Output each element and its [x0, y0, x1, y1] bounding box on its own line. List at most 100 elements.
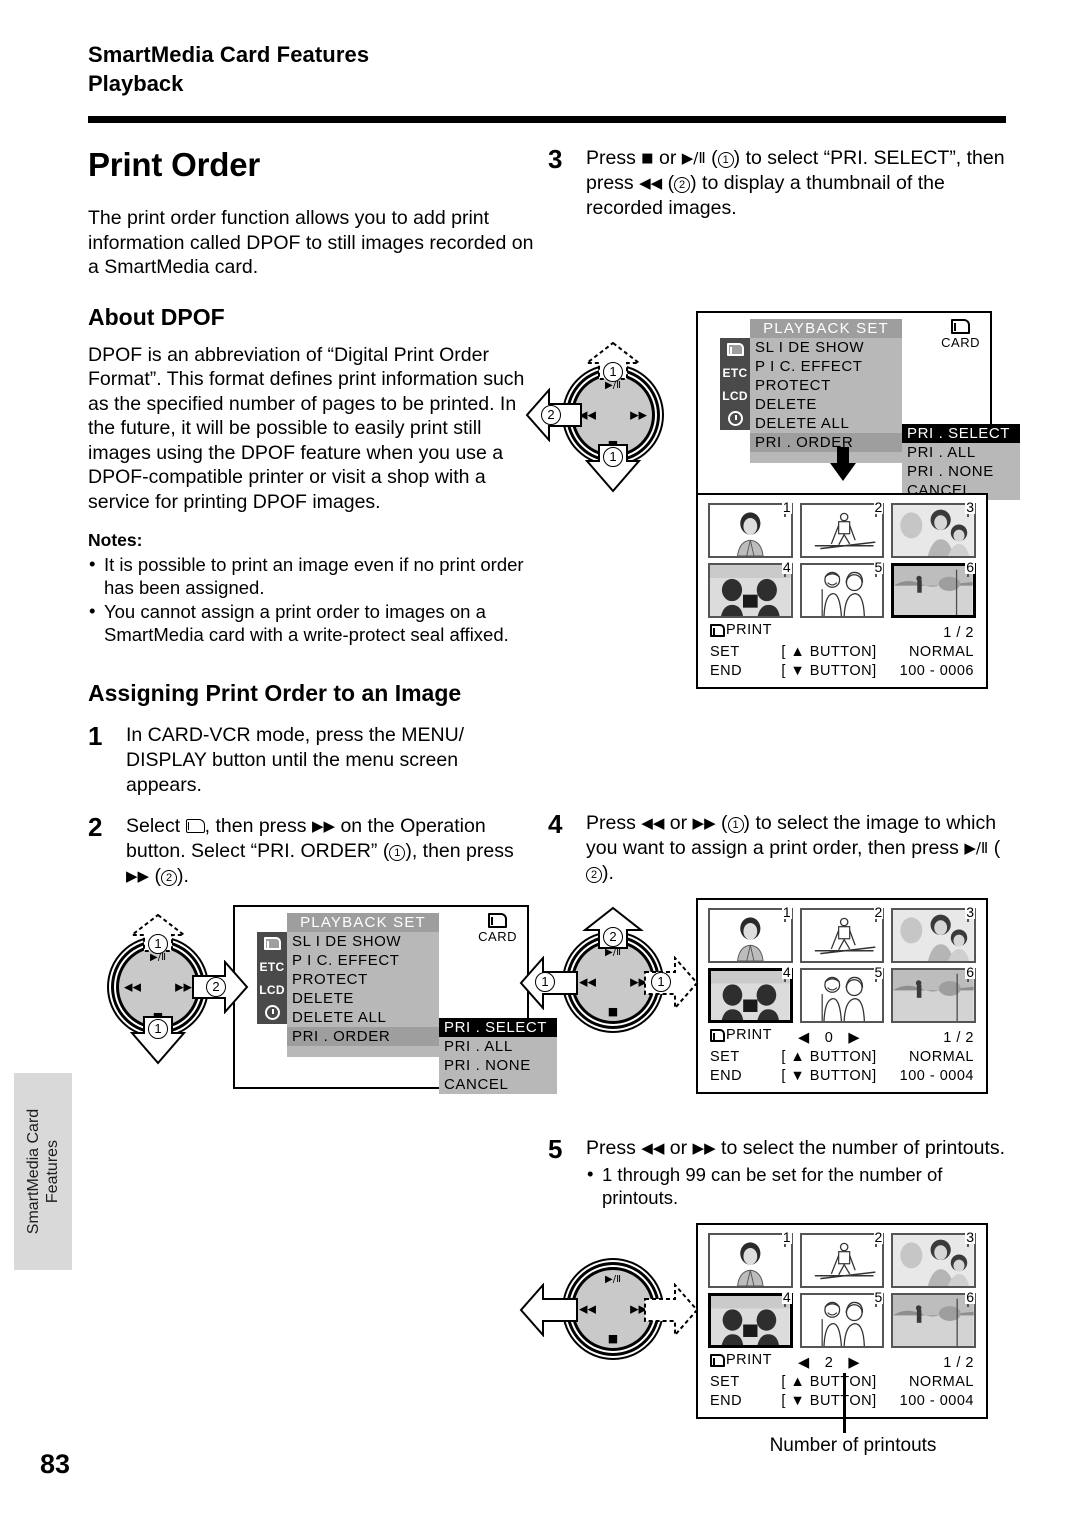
thumbnail-4[interactable]: 4 [708, 965, 793, 1023]
thumbnail-2[interactable]: 2 [799, 500, 885, 558]
badge-two-left: 2 [541, 405, 561, 425]
header-divider [88, 116, 1006, 123]
menu-item-delete-all[interactable]: DELETE ALL [750, 414, 902, 433]
thumbnail-2[interactable]: 2 [799, 1230, 885, 1288]
callout-left-solid [519, 1283, 579, 1337]
step-4: 4 Press ◀◀ or ▶▶ (1) to select the image… [548, 811, 1006, 886]
submenu-item-pri-all[interactable]: PRI . ALL [439, 1037, 557, 1056]
left-column: Print Order The print order function all… [88, 146, 557, 1095]
thumbnail-1[interactable]: 1 [708, 905, 793, 963]
thumb-index: 5 [873, 1289, 884, 1305]
end-button-hint: [ ▼ BUTTON] [781, 1068, 877, 1084]
about-dpof-body: DPOF is an abbreviation of “Digital Prin… [88, 343, 525, 513]
step-2-part-2: , then press [204, 815, 307, 837]
thumb-index: 6 [965, 1289, 975, 1305]
rewind-icon: ◀◀ [579, 975, 596, 989]
page-header: SmartMedia Card Features Playback [88, 40, 988, 98]
menu-icon-lcd[interactable]: LCD [257, 978, 287, 1001]
fast-forward-icon: ▶▶ [126, 867, 150, 885]
step-4-part-1: Press [586, 812, 636, 834]
thumbnail-info-step3: PRINT 1 / 2 SET [ ▲ BUTTON] NORMAL END [… [710, 621, 974, 681]
submenu-item-pri-select[interactable]: PRI . SELECT [439, 1018, 557, 1037]
submenu-item-pri-none[interactable]: PRI . NONE [902, 462, 1020, 481]
increment-arrow-icon[interactable]: ▶ [848, 1030, 860, 1046]
thumbnail-info-step4: PRINT ◀ 0 ▶ 1 / 2 SET [ ▲ BUTTON] NORMAL [710, 1026, 974, 1086]
header-line-2: Playback [88, 71, 184, 96]
thumbnail-4[interactable]: 4 [708, 1290, 793, 1348]
page-indicator: 1 / 2 [943, 1355, 974, 1371]
step-4-part-6: ). [602, 862, 614, 884]
menu-item-slide-show[interactable]: SL I DE SHOW [287, 932, 439, 951]
operation-button-diagram-step3: 1 ▶/Ⅱ ◀◀ ▶▶ ■ 2 [525, 341, 693, 493]
menu-item-pri-order[interactable]: PRI . ORDER [287, 1027, 439, 1046]
thumb-index: 6 [965, 964, 975, 980]
end-button-hint: [ ▼ BUTTON] [781, 663, 877, 679]
page-indicator: 1 / 2 [943, 625, 974, 641]
lcd-menu-list: SL I DE SHOW P I C. EFFECT PROTECT DELET… [287, 932, 439, 1057]
decrement-arrow-icon[interactable]: ◀ [798, 1030, 810, 1046]
menu-item-pic-effect[interactable]: P I C. EFFECT [750, 357, 902, 376]
lcd-card-indicator: CARD [478, 913, 517, 944]
thumbnail-3[interactable]: 3 [891, 500, 976, 558]
menu-item-slide-show[interactable]: SL I DE SHOW [750, 338, 902, 357]
badge-one-up: 1 [603, 362, 623, 382]
menu-icon-lcd[interactable]: LCD [720, 384, 750, 407]
step-3-part-2: or [659, 147, 677, 169]
thumbnail-1[interactable]: 1 [708, 500, 793, 558]
menu-icon-card[interactable] [257, 932, 287, 955]
lcd-thumbnail-screen-step5: 1 2 3 4 5 6 PRINT ◀ 2 ▶ 1 / 2 SET [▲ BU… [696, 1223, 988, 1419]
thumbnail-6[interactable]: 6 [891, 964, 976, 1023]
thumbnail-5[interactable]: 5 [799, 964, 885, 1023]
step-1-number: 1 [88, 721, 103, 751]
fast-forward-icon: ▶▶ [692, 814, 716, 832]
menu-item-pic-effect[interactable]: P I C. EFFECT [287, 951, 439, 970]
thumbnail-4[interactable]: 4 [708, 559, 793, 618]
decrement-arrow-icon[interactable]: ◀ [798, 1355, 810, 1371]
end-label: END [710, 663, 743, 679]
thumbnail-2[interactable]: 2 [799, 904, 885, 963]
thumbnail-5[interactable]: 5 [799, 1289, 885, 1348]
note-item: You cannot assign a print order to image… [88, 599, 536, 646]
badge-one-left: 1 [535, 972, 555, 992]
increment-arrow-icon[interactable]: ▶ [848, 1355, 860, 1371]
side-tab-line-1: SmartMedia Card [25, 1108, 42, 1235]
menu-icon-clock[interactable] [257, 1001, 287, 1024]
menu-item-delete[interactable]: DELETE [287, 989, 439, 1008]
thumb-index: 4 [781, 559, 792, 575]
thumbnail-1[interactable]: 1 [708, 1230, 793, 1288]
end-button-hint: [ ▼ BUTTON] [781, 1393, 877, 1409]
menu-item-protect[interactable]: PROTECT [287, 970, 439, 989]
page-title: Print Order [88, 146, 261, 183]
thumbnail-3[interactable]: 3 [891, 1230, 976, 1288]
menu-icon-etc[interactable]: ETC [257, 955, 287, 978]
fast-forward-icon: ▶▶ [630, 408, 647, 422]
card-label: CARD [478, 929, 517, 944]
menu-icon-clock[interactable] [720, 407, 750, 430]
submenu-item-pri-none[interactable]: PRI . NONE [439, 1056, 557, 1075]
assigning-heading: Assigning Print Order to an Image [88, 680, 462, 706]
menu-item-protect[interactable]: PROTECT [750, 376, 902, 395]
thumb-index: 5 [873, 964, 884, 980]
badge-one-right: 1 [651, 972, 671, 992]
lcd-menu-title: PLAYBACK SET [750, 319, 902, 338]
play-pause-icon: ▶/Ⅱ [964, 839, 989, 857]
menu-item-pri-order[interactable]: PRI . ORDER [750, 433, 902, 452]
menu-item-delete-all[interactable]: DELETE ALL [287, 1008, 439, 1027]
submenu-item-pri-select[interactable]: PRI . SELECT [902, 424, 1020, 443]
caption-leader-line [843, 1373, 846, 1433]
stop-icon: ■ [607, 1332, 619, 1345]
rewind-icon: ◀◀ [641, 1139, 665, 1157]
submenu-item-cancel[interactable]: CANCEL [439, 1075, 557, 1094]
menu-icon-etc[interactable]: ETC [720, 361, 750, 384]
menu-item-delete[interactable]: DELETE [750, 395, 902, 414]
thumb-index: 2 [873, 904, 884, 920]
submenu-item-pri-all[interactable]: PRI . ALL [902, 443, 1020, 462]
set-label: SET [710, 1049, 740, 1065]
thumbnail-3[interactable]: 3 [891, 905, 976, 963]
menu-icon-card[interactable] [720, 338, 750, 361]
step-3-part-3: ( [711, 147, 718, 169]
thumbnail-6[interactable]: 6 [891, 1289, 976, 1348]
thumbnail-5[interactable]: 5 [799, 560, 885, 618]
thumbnail-6[interactable]: 6 [891, 560, 976, 618]
play-pause-icon: ▶/Ⅱ [605, 1274, 621, 1285]
